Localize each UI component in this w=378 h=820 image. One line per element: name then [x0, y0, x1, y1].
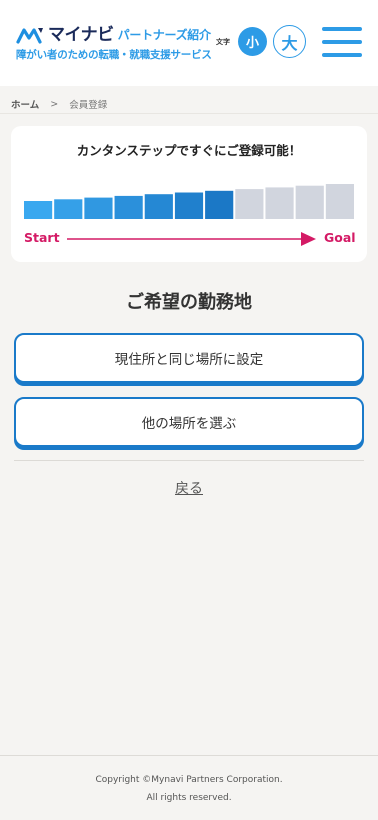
progress-step-pending: [265, 187, 294, 219]
breadcrumb: ホーム > 会員登録: [11, 97, 108, 112]
progress-step-completed: [205, 190, 234, 219]
same-as-address-button[interactable]: 現住所と同じ場所に設定: [14, 333, 364, 383]
hamburger-menu-icon[interactable]: [322, 25, 362, 59]
site-logo[interactable]: マイナビ パートナーズ紹介: [16, 18, 211, 46]
back-link[interactable]: 戻る: [0, 478, 378, 498]
logo-mark-icon: [16, 28, 43, 44]
progress-step-pending: [295, 185, 324, 219]
breadcrumb-separator-icon: >: [50, 98, 59, 110]
progress-step-pending: [235, 189, 264, 219]
progress-step-completed: [24, 201, 53, 219]
footer-copyright: Copyright ©Mynavi Partners Corporation.: [95, 775, 283, 785]
choose-other-location-button[interactable]: 他の場所を選ぶ: [14, 397, 364, 447]
site-tagline: 障がい者のための転職・就職支援サービス: [16, 49, 212, 61]
progress-step-completed: [174, 192, 204, 219]
progress-step-completed: [54, 199, 83, 219]
logo-main-text: マイナビ: [48, 25, 114, 45]
progress-step-pending: [325, 184, 354, 219]
breadcrumb-current: 会員登録: [69, 100, 108, 111]
font-size-large-button[interactable]: 大: [273, 25, 306, 58]
footer-rights: All rights reserved.: [146, 793, 232, 803]
menu-bar: [322, 40, 362, 44]
progress-start-label: Start: [24, 230, 60, 245]
progress-step-completed: [84, 197, 113, 219]
progress-goal-label: Goal: [324, 230, 356, 245]
progress-card: カンタンステップですぐにご登録可能！ Start Goal: [11, 126, 367, 262]
menu-bar: [322, 27, 362, 31]
font-size-small-button[interactable]: 小: [238, 27, 267, 56]
progress-step-completed: [114, 195, 143, 219]
section-title: ご希望の勤務地: [126, 292, 252, 313]
site-footer: Copyright ©Mynavi Partners Corporation. …: [0, 771, 378, 807]
site-header: マイナビ パートナーズ紹介 障がい者のための転職・就職支援サービス 文字 小 大: [0, 0, 378, 86]
breadcrumb-divider: [0, 113, 378, 114]
divider: [14, 460, 364, 461]
progress-arrow-icon: [67, 232, 316, 246]
breadcrumb-home-link[interactable]: ホーム: [11, 97, 39, 111]
progress-step-completed: [144, 194, 173, 219]
font-size-label: 文字: [216, 38, 230, 46]
footer-divider: [0, 755, 378, 756]
menu-bar: [322, 53, 362, 57]
logo-sub-text: パートナーズ紹介: [117, 28, 211, 42]
